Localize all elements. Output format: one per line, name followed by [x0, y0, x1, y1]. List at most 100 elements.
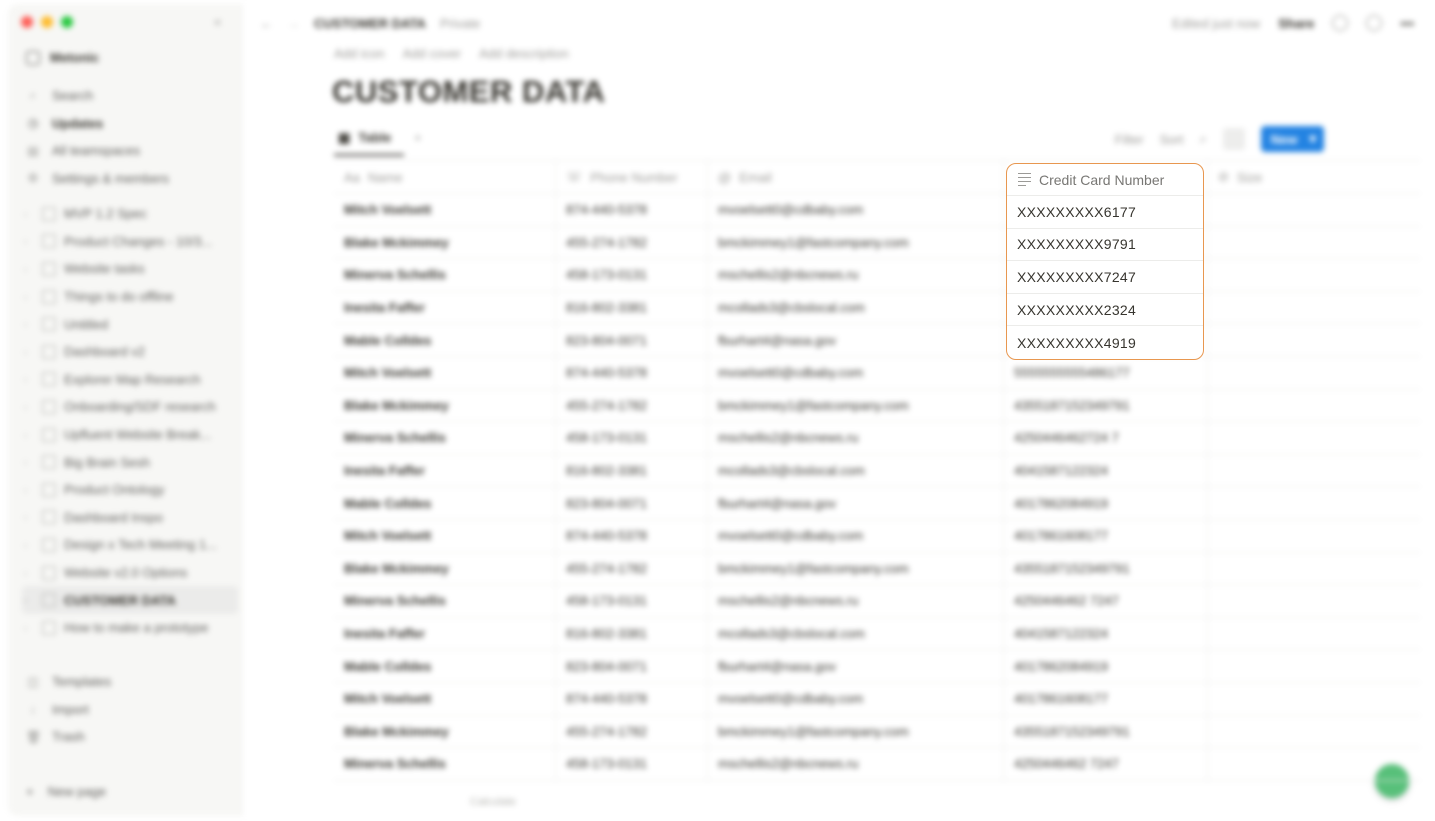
- table-cell[interactable]: mschellis2@nbcnews.ru: [708, 748, 1004, 780]
- chevron-right-icon[interactable]: ›: [24, 264, 34, 274]
- search-icon[interactable]: ⌕: [1199, 131, 1206, 147]
- credit-card-column-header[interactable]: Credit Card Number: [1007, 164, 1203, 196]
- table-cell[interactable]: 4250446462 7247: [1004, 585, 1208, 617]
- credit-card-cell[interactable]: XXXXXXXXX6177: [1007, 196, 1203, 229]
- table-cell[interactable]: 458-173-0131: [556, 748, 708, 780]
- add-view-icon[interactable]: +: [414, 130, 422, 145]
- chevron-right-icon[interactable]: ›: [24, 595, 34, 605]
- table-cell[interactable]: 4250446462724 7: [1004, 422, 1208, 454]
- calculate-footer[interactable]: Calculate: [470, 796, 516, 808]
- column-header[interactable]: Aa Name: [334, 161, 556, 193]
- forward-arrow-icon[interactable]: →: [287, 16, 300, 31]
- table-cell[interactable]: [1208, 390, 1420, 422]
- table-cell[interactable]: 4017861608177: [1004, 519, 1208, 552]
- table-cell[interactable]: [1208, 650, 1420, 682]
- table-cell[interactable]: 874-440-5378: [556, 519, 708, 552]
- table-cell[interactable]: 816-802-3381: [556, 617, 708, 650]
- table-cell[interactable]: 455-274-1782: [556, 226, 708, 259]
- sidebar-page-item[interactable]: › How to make a prototype: [22, 614, 238, 642]
- sidebar-page-item[interactable]: › Upfluent Website Break...: [22, 421, 238, 449]
- table-cell[interactable]: 4250446462 7247: [1004, 748, 1208, 780]
- table-cell[interactable]: 4017862084919: [1004, 487, 1208, 519]
- minimize-window-icon[interactable]: [41, 16, 53, 28]
- chevron-right-icon[interactable]: ›: [24, 292, 34, 302]
- table-cell[interactable]: 5555555555486177: [1004, 356, 1208, 389]
- table-cell[interactable]: mcollads3@cbslocal.com: [708, 454, 1004, 487]
- table-cell[interactable]: fburhart4@nasa.gov: [708, 487, 1004, 519]
- chevron-right-icon[interactable]: ›: [24, 540, 34, 550]
- table-cell[interactable]: 4017862084919: [1004, 650, 1208, 682]
- table-cell[interactable]: Inesita Faffer: [334, 291, 556, 324]
- table-cell[interactable]: 874-440-5378: [556, 194, 708, 226]
- table-cell[interactable]: Mable Colldes: [334, 487, 556, 519]
- table-cell[interactable]: 455-274-1782: [556, 715, 708, 748]
- table-cell[interactable]: Mable Colldes: [334, 324, 556, 356]
- sidebar-item-search[interactable]: ⌕ Search: [26, 82, 236, 110]
- zoom-window-icon[interactable]: [61, 16, 73, 28]
- sidebar-page-item[interactable]: › Dashboard v2: [22, 338, 238, 366]
- table-cell[interactable]: mvoelsett0@cdbaby.com: [708, 194, 1004, 226]
- chevron-right-icon[interactable]: ›: [24, 568, 34, 578]
- sidebar-page-item[interactable]: › Design x Tech Meeting 1...: [22, 531, 238, 559]
- sidebar-item-templates[interactable]: ◫ Templates: [26, 668, 236, 696]
- table-cell[interactable]: [1208, 292, 1420, 324]
- table-cell[interactable]: Inesita Faffer: [334, 454, 556, 487]
- table-cell[interactable]: 4041587122324: [1004, 617, 1208, 650]
- table-cell[interactable]: 455-274-1782: [556, 552, 708, 585]
- sidebar-page-item[interactable]: › Things to do offline: [22, 283, 238, 311]
- table-cell[interactable]: Blake Mckimmey: [334, 715, 556, 748]
- table-cell[interactable]: Mitch Voelsett: [334, 682, 556, 715]
- collapse-sidebar-icon[interactable]: «: [214, 14, 221, 29]
- table-cell[interactable]: 458-173-0131: [556, 422, 708, 454]
- sidebar-page-item[interactable]: › MVP 1.2 Spec: [22, 200, 238, 228]
- table-cell[interactable]: Blake Mckimmey: [334, 226, 556, 259]
- table-cell[interactable]: [1208, 716, 1420, 748]
- table-cell[interactable]: mcollads3@cbslocal.com: [708, 291, 1004, 324]
- add-icon-button[interactable]: Add icon: [334, 46, 385, 61]
- add-cover-button[interactable]: Add cover: [403, 46, 462, 61]
- filter-button[interactable]: Filter: [1115, 132, 1144, 147]
- column-header[interactable]: @ Email: [708, 161, 1004, 193]
- credit-card-cell[interactable]: XXXXXXXXX4919: [1007, 326, 1203, 359]
- table-cell[interactable]: fburhart4@nasa.gov: [708, 324, 1004, 356]
- table-cell[interactable]: bmckimmey1@fastcompany.com: [708, 389, 1004, 422]
- more-options-icon[interactable]: •••: [1400, 16, 1414, 31]
- view-more-icon[interactable]: [1222, 128, 1245, 150]
- table-cell[interactable]: mschellis2@nbcnews.ru: [708, 422, 1004, 454]
- table-cell[interactable]: [1208, 422, 1420, 454]
- privacy-selector[interactable]: Private: [440, 16, 480, 31]
- table-cell[interactable]: [1208, 683, 1420, 715]
- table-cell[interactable]: mcollads3@cbslocal.com: [708, 617, 1004, 650]
- chevron-right-icon[interactable]: ›: [24, 319, 34, 329]
- table-cell[interactable]: [1208, 324, 1420, 356]
- chevron-right-icon[interactable]: ›: [24, 457, 34, 467]
- table-cell[interactable]: 4355187152349791: [1004, 389, 1208, 422]
- table-cell[interactable]: 4355187152349791: [1004, 552, 1208, 585]
- table-cell[interactable]: 874-440-5378: [556, 356, 708, 389]
- sidebar-page-item[interactable]: › Onboarding/SDF research: [22, 393, 238, 421]
- updates-icon[interactable]: [1366, 15, 1383, 31]
- table-cell[interactable]: 816-802-3381: [556, 454, 708, 487]
- tab-table[interactable]: ▦ Table: [338, 130, 391, 146]
- table-cell[interactable]: [1208, 357, 1420, 389]
- table-cell[interactable]: [1208, 259, 1420, 291]
- table-cell[interactable]: [1208, 194, 1420, 226]
- sidebar-item-all-teamspaces[interactable]: ▤ All teamspaces: [26, 137, 236, 165]
- new-button[interactable]: New ▾: [1260, 126, 1324, 152]
- chevron-right-icon[interactable]: ›: [24, 485, 34, 495]
- page-title[interactable]: CUSTOMER DATA: [332, 74, 605, 110]
- table-cell[interactable]: [1208, 585, 1420, 617]
- table-cell[interactable]: Blake Mckimmey: [334, 552, 556, 585]
- table-cell[interactable]: [1208, 553, 1420, 585]
- breadcrumb[interactable]: CUSTOMER DATA: [314, 16, 426, 31]
- close-window-icon[interactable]: [21, 16, 33, 28]
- sidebar-page-item[interactable]: › Website tasks: [22, 255, 238, 283]
- table-cell[interactable]: 4017861608177: [1004, 682, 1208, 715]
- back-arrow-icon[interactable]: ←: [260, 16, 273, 31]
- table-cell[interactable]: mschellis2@nbcnews.ru: [708, 259, 1004, 291]
- chevron-right-icon[interactable]: ›: [24, 430, 34, 440]
- table-cell[interactable]: [1208, 487, 1420, 519]
- table-cell[interactable]: 458-173-0131: [556, 585, 708, 617]
- chevron-right-icon[interactable]: ›: [24, 623, 34, 633]
- workspace-switcher[interactable]: Metonic: [26, 50, 99, 65]
